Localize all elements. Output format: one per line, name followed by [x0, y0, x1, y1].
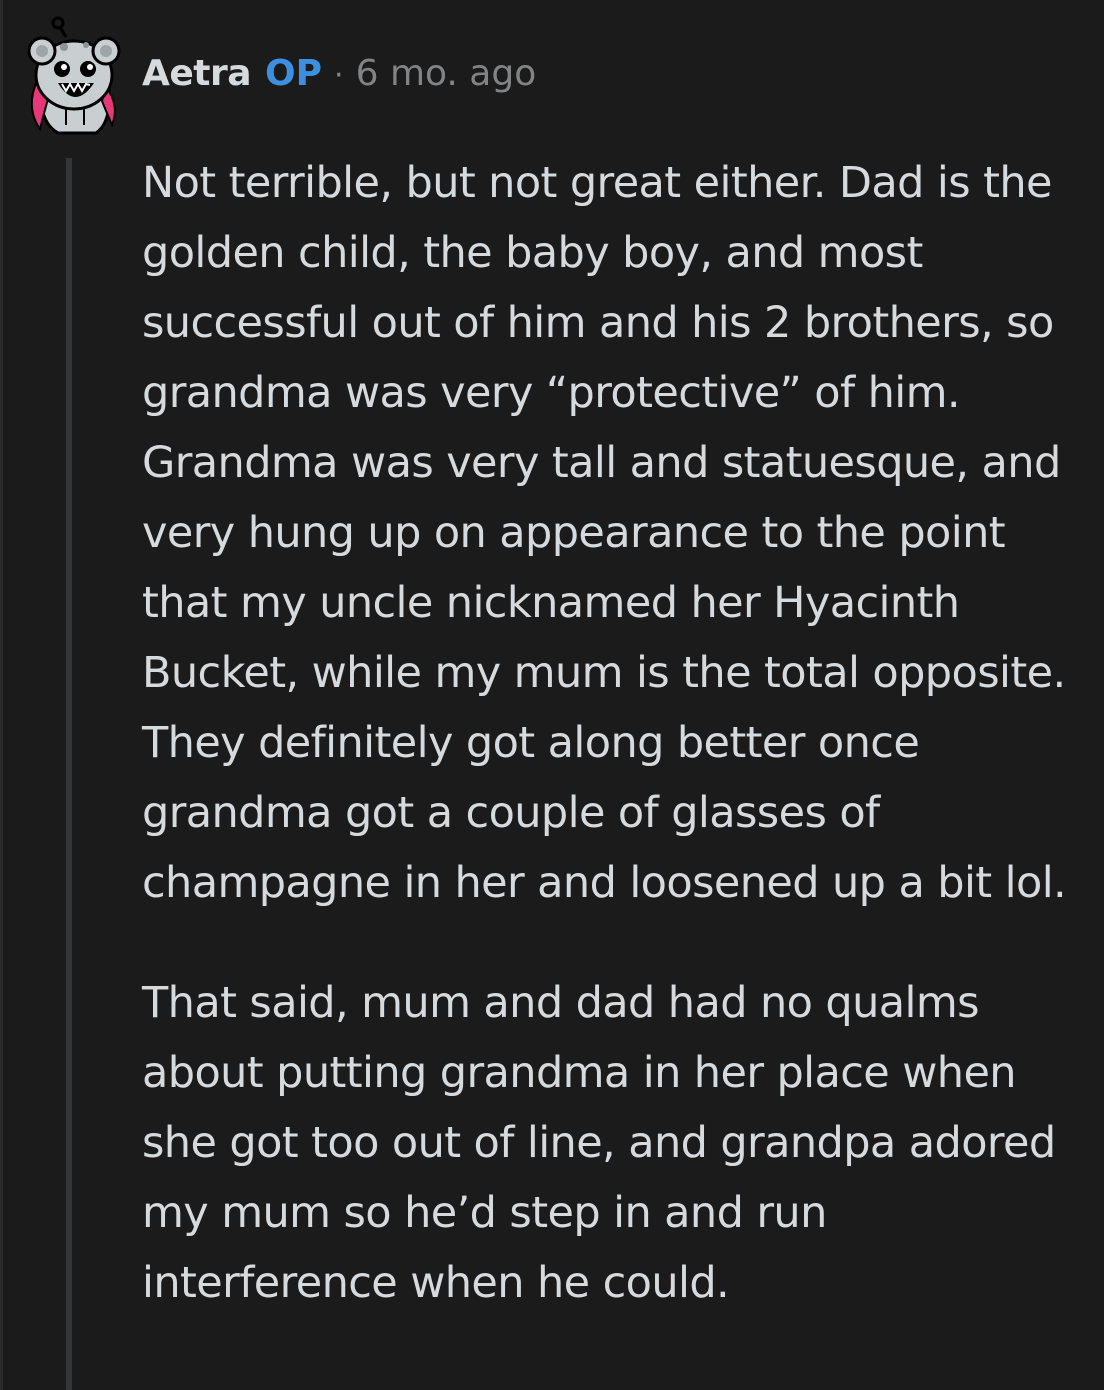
author-name[interactable]: Aetra: [142, 56, 252, 92]
comment: Aetra OP · 6 mo. ago Not terrible, but n…: [0, 0, 1104, 1390]
comment-body: Not terrible, but not great either. Dad …: [142, 148, 1072, 1318]
meta-separator: ·: [334, 58, 344, 93]
comment-header: Aetra OP · 6 mo. ago: [22, 10, 536, 140]
snoo-avatar-icon[interactable]: [22, 13, 122, 137]
thread-line[interactable]: [66, 158, 72, 1390]
left-border: [0, 0, 3, 1390]
comment-paragraph: Not terrible, but not great either. Dad …: [142, 158, 1067, 908]
op-badge: OP: [265, 53, 323, 94]
comment-meta: Aetra OP · 6 mo. ago: [142, 56, 536, 92]
comment-timestamp[interactable]: 6 mo. ago: [356, 56, 537, 92]
comment-paragraph: That said, mum and dad had no qualms abo…: [142, 978, 1056, 1308]
